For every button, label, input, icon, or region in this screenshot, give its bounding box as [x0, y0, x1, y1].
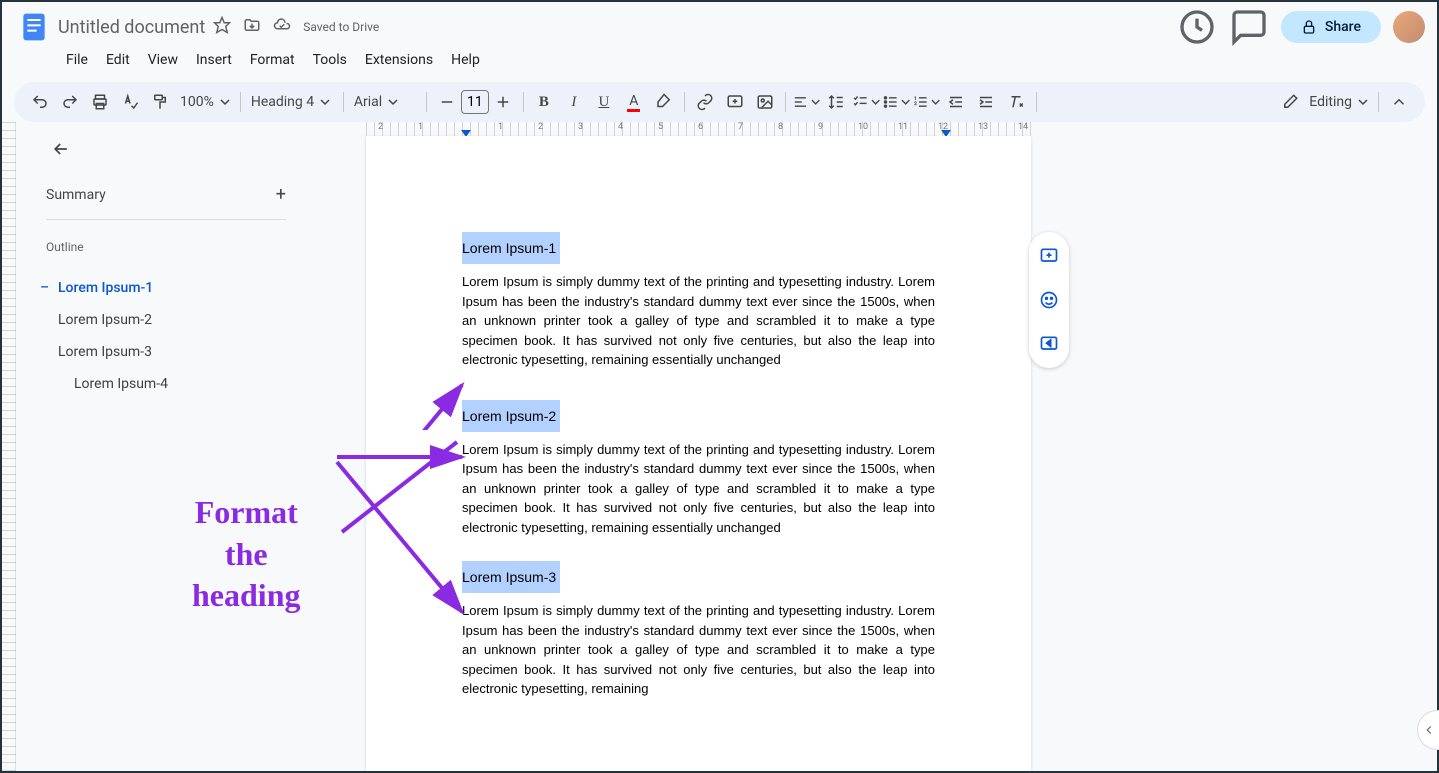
suggest-edit-icon[interactable]: [1033, 328, 1065, 360]
print-button[interactable]: [86, 88, 114, 116]
document-container: 2 1 1 2 3 4 5 6 7 8 9 10 11 12 13 14 Lor…: [306, 122, 1437, 771]
undo-button[interactable]: [26, 88, 54, 116]
indent-increase-button[interactable]: [972, 88, 1000, 116]
checklist-button[interactable]: [852, 88, 880, 116]
floating-comment-tools: [1029, 232, 1069, 368]
header-right: Share: [1177, 7, 1425, 47]
menu-insert[interactable]: Insert: [188, 48, 240, 72]
user-avatar[interactable]: [1393, 11, 1425, 43]
star-icon[interactable]: [213, 16, 231, 38]
share-button[interactable]: Share: [1281, 11, 1381, 43]
bulleted-list-button[interactable]: [882, 88, 910, 116]
redo-button[interactable]: [56, 88, 84, 116]
highlight-button[interactable]: [650, 88, 678, 116]
doc-heading-1[interactable]: Lorem Ipsum-1: [462, 232, 560, 264]
menu-view[interactable]: View: [140, 48, 186, 72]
collapse-toolbar-button[interactable]: [1385, 88, 1413, 116]
menu-extensions[interactable]: Extensions: [357, 48, 441, 72]
bold-button[interactable]: B: [530, 88, 558, 116]
italic-button[interactable]: I: [560, 88, 588, 116]
toolbar: 100% Heading 4 Arial B I U A 12 Editing: [14, 82, 1425, 122]
editing-mode-selector[interactable]: Editing: [1277, 89, 1372, 115]
paint-format-button[interactable]: [146, 88, 174, 116]
cloud-saved-icon[interactable]: [273, 16, 291, 38]
spellcheck-button[interactable]: [116, 88, 144, 116]
outline-item-3[interactable]: Lorem Ipsum-3: [46, 336, 286, 368]
saved-status: Saved to Drive: [303, 20, 379, 34]
svg-text:2: 2: [914, 101, 917, 107]
doc-paragraph-1[interactable]: Lorem Ipsum is simply dummy text of the …: [462, 272, 935, 370]
align-button[interactable]: [792, 88, 820, 116]
numbered-list-button[interactable]: 12: [912, 88, 940, 116]
add-comment-icon[interactable]: [1033, 240, 1065, 272]
sidebar-back-button[interactable]: [46, 134, 76, 164]
menu-format[interactable]: Format: [242, 48, 303, 72]
font-selector[interactable]: Arial: [350, 90, 420, 114]
docs-logo-icon[interactable]: [14, 7, 54, 47]
insert-link-button[interactable]: [691, 88, 719, 116]
outline-item-2[interactable]: Lorem Ipsum-2: [46, 304, 286, 336]
document-page[interactable]: Lorem Ipsum-1 Lorem Ipsum is simply dumm…: [366, 136, 1031, 771]
font-size-increase[interactable]: [489, 88, 517, 116]
move-icon[interactable]: [243, 16, 261, 38]
text-color-button[interactable]: A: [620, 88, 648, 116]
share-label: Share: [1325, 19, 1361, 35]
add-summary-button[interactable]: +: [276, 184, 286, 205]
header: Untitled document Saved to Drive Share: [2, 2, 1437, 46]
outline-sidebar: Summary + Outline Lorem Ipsum-1 Lorem Ip…: [16, 122, 306, 771]
horizontal-ruler[interactable]: 2 1 1 2 3 4 5 6 7 8 9 10 11 12 13 14: [366, 122, 1031, 136]
doc-heading-3[interactable]: Lorem Ipsum-3: [462, 561, 560, 593]
doc-heading-2[interactable]: Lorem Ipsum-2: [462, 400, 560, 432]
doc-paragraph-2[interactable]: Lorem Ipsum is simply dummy text of the …: [462, 440, 935, 538]
vertical-ruler: [2, 122, 16, 771]
font-size-input[interactable]: [461, 90, 489, 114]
comment-icon[interactable]: [1229, 7, 1269, 47]
line-spacing-button[interactable]: [822, 88, 850, 116]
zoom-selector[interactable]: 100%: [176, 90, 234, 114]
clear-formatting-button[interactable]: [1002, 88, 1030, 116]
summary-label: Summary: [46, 187, 106, 203]
title-area: Untitled document Saved to Drive: [54, 16, 1177, 38]
style-selector[interactable]: Heading 4: [247, 90, 337, 114]
outline-label: Outline: [46, 240, 286, 254]
document-title[interactable]: Untitled document: [58, 17, 205, 38]
menu-file[interactable]: File: [58, 48, 96, 72]
outline-item-4[interactable]: Lorem Ipsum-4: [46, 368, 286, 400]
menu-help[interactable]: Help: [443, 48, 488, 72]
emoji-reaction-icon[interactable]: [1033, 284, 1065, 316]
underline-button[interactable]: U: [590, 88, 618, 116]
history-icon[interactable]: [1177, 7, 1217, 47]
insert-image-button[interactable]: [751, 88, 779, 116]
indent-decrease-button[interactable]: [942, 88, 970, 116]
menubar: File Edit View Insert Format Tools Exten…: [2, 46, 1437, 74]
menu-tools[interactable]: Tools: [305, 48, 355, 72]
menu-edit[interactable]: Edit: [98, 48, 138, 72]
outline-item-1[interactable]: Lorem Ipsum-1: [46, 272, 286, 304]
doc-paragraph-3[interactable]: Lorem Ipsum is simply dummy text of the …: [462, 601, 935, 699]
font-size-decrease[interactable]: [433, 88, 461, 116]
add-comment-button[interactable]: [721, 88, 749, 116]
